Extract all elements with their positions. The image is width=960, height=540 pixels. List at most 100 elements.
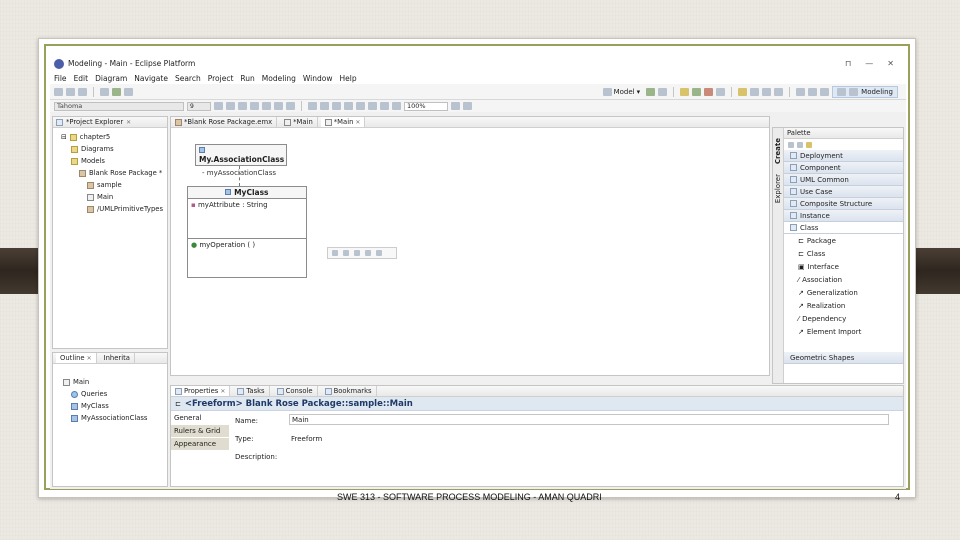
maximize-button[interactable]: ⊓	[845, 59, 851, 68]
tree-item-uml-primitive-types[interactable]: /UMLPrimitiveTypes	[53, 203, 167, 215]
close-icon[interactable]: ✕	[355, 119, 360, 126]
tab-main[interactable]: *Main	[280, 117, 318, 127]
menu-navigate[interactable]: Navigate	[134, 74, 168, 83]
quick-access-icon[interactable]	[796, 87, 806, 96]
route-icon[interactable]	[392, 102, 401, 110]
drawer-use-case[interactable]: Use Case	[784, 186, 903, 198]
tab-tasks[interactable]: Tasks	[233, 386, 270, 396]
back-icon[interactable]	[762, 87, 772, 96]
project-explorer-tab[interactable]: *Project Explorer	[66, 118, 123, 126]
zoom-select[interactable]: 100%	[404, 101, 448, 111]
arrange-icon[interactable]	[320, 102, 329, 110]
italic-icon[interactable]	[226, 102, 235, 110]
close-icon[interactable]: ✕	[126, 119, 131, 126]
tree-item-blank-rose-package[interactable]: Blank Rose Package *	[53, 167, 167, 179]
fill-color-icon[interactable]	[250, 102, 259, 110]
explorer-tab[interactable]: Explorer	[774, 174, 782, 203]
section-appearance[interactable]: Appearance	[171, 438, 229, 451]
zoom-out-icon[interactable]	[463, 102, 472, 110]
menu-file[interactable]: File	[54, 74, 67, 83]
association-connector[interactable]	[239, 166, 240, 186]
tab-console[interactable]: Console	[273, 386, 318, 396]
tab-outline[interactable]: Outline ✕	[56, 353, 97, 363]
print-icon[interactable]	[78, 87, 87, 96]
font-family-select[interactable]: Tahoma	[54, 101, 184, 111]
distribute-icon[interactable]	[344, 102, 353, 110]
diagram-icon[interactable]	[658, 87, 668, 96]
navigate-back-icon[interactable]	[808, 87, 818, 96]
tool-association[interactable]: ⁄ Association	[784, 273, 903, 286]
operation-row[interactable]: ● myOperation ( )	[188, 239, 306, 251]
line-color-icon[interactable]	[262, 102, 271, 110]
select-tool-icon[interactable]	[788, 141, 794, 148]
navigate-forward-icon[interactable]	[820, 87, 830, 96]
tool-package[interactable]: ⊏ Package	[784, 234, 903, 247]
menu-help[interactable]: Help	[339, 74, 356, 83]
menu-edit[interactable]: Edit	[74, 74, 89, 83]
minimize-button[interactable]: —	[865, 59, 873, 68]
add-port-icon[interactable]	[376, 250, 382, 256]
note-tool-icon[interactable]	[806, 141, 812, 148]
association-class-shape[interactable]: My.AssociationClass	[195, 144, 287, 166]
menu-diagram[interactable]: Diagram	[95, 74, 127, 83]
add-operation-icon[interactable]	[343, 250, 349, 256]
close-button[interactable]: ✕	[887, 59, 894, 68]
outline-item-myassociationclass[interactable]: MyAssociationClass	[53, 412, 167, 424]
auto-size-icon[interactable]	[380, 102, 389, 110]
outline-item-main[interactable]: Main	[53, 376, 167, 388]
attribute-row[interactable]: ▪ myAttribute : String	[188, 199, 306, 211]
tree-item-sample[interactable]: sample	[53, 179, 167, 191]
tree-item-chapter5[interactable]: ⊟ chapter5	[53, 131, 167, 143]
font-size-select[interactable]: 9	[187, 101, 211, 111]
drawer-composite-structure[interactable]: Composite Structure	[784, 198, 903, 210]
annotate-icon[interactable]	[750, 87, 760, 96]
add-reception-icon[interactable]	[354, 250, 360, 256]
zoom-tool-icon[interactable]	[797, 141, 803, 148]
new-icon[interactable]	[54, 87, 63, 96]
external-tools-icon[interactable]	[716, 87, 726, 96]
tree-item-main[interactable]: Main	[53, 191, 167, 203]
refresh-icon[interactable]	[692, 87, 702, 96]
section-general[interactable]: General	[171, 412, 229, 425]
zoom-in-icon[interactable]	[451, 102, 460, 110]
order-icon[interactable]	[356, 102, 365, 110]
create-tab[interactable]: Create	[774, 138, 782, 164]
add-attribute-icon[interactable]	[332, 250, 338, 256]
tab-blank-rose-package[interactable]: *Blank Rose Package.emx	[171, 117, 278, 127]
tree-item-models[interactable]: Models	[53, 155, 167, 167]
outline-item-queries[interactable]: Queries	[53, 388, 167, 400]
drawer-uml-common[interactable]: UML Common	[784, 174, 903, 186]
group-icon[interactable]	[368, 102, 377, 110]
myclass-shape[interactable]: MyClass ▪ myAttribute : String ● myOpera…	[187, 186, 307, 278]
tool-element-import[interactable]: ↗ Element Import	[784, 325, 903, 338]
tool-generalization[interactable]: ↗ Generalization	[784, 286, 903, 299]
debug-icon[interactable]	[704, 87, 714, 96]
align-icon[interactable]	[332, 102, 341, 110]
menu-modeling[interactable]: Modeling	[262, 74, 296, 83]
line-style-icon[interactable]	[274, 102, 283, 110]
tab-properties[interactable]: Properties ✕	[171, 386, 231, 396]
tree-item-diagrams[interactable]: Diagrams	[53, 143, 167, 155]
validate-icon[interactable]	[646, 87, 656, 96]
tool-interface[interactable]: ▣ Interface	[784, 260, 903, 273]
menu-search[interactable]: Search	[175, 74, 201, 83]
run-icon[interactable]	[112, 87, 121, 96]
menu-window[interactable]: Window	[303, 74, 333, 83]
arrow-style-icon[interactable]	[286, 102, 295, 110]
outline-item-myclass[interactable]: MyClass	[53, 400, 167, 412]
modeling-perspective-button[interactable]: Modeling	[832, 85, 898, 98]
model-menu-button[interactable]: Model ▾	[600, 87, 644, 96]
open-type-icon[interactable]	[100, 87, 109, 96]
drawer-class[interactable]: Class	[784, 222, 903, 234]
menu-run[interactable]: Run	[240, 74, 254, 83]
font-color-icon[interactable]	[238, 102, 247, 110]
close-icon[interactable]: ✕	[87, 355, 92, 362]
package-icon[interactable]	[680, 87, 690, 96]
tool-class[interactable]: ⊏ Class	[784, 247, 903, 260]
drawer-geometric-shapes[interactable]: Geometric Shapes	[784, 352, 903, 364]
forward-icon[interactable]	[774, 87, 784, 96]
select-all-icon[interactable]	[308, 102, 317, 110]
drawer-deployment[interactable]: Deployment	[784, 150, 903, 162]
collapse-icon[interactable]: ⊟	[61, 133, 67, 141]
menu-project[interactable]: Project	[208, 74, 234, 83]
